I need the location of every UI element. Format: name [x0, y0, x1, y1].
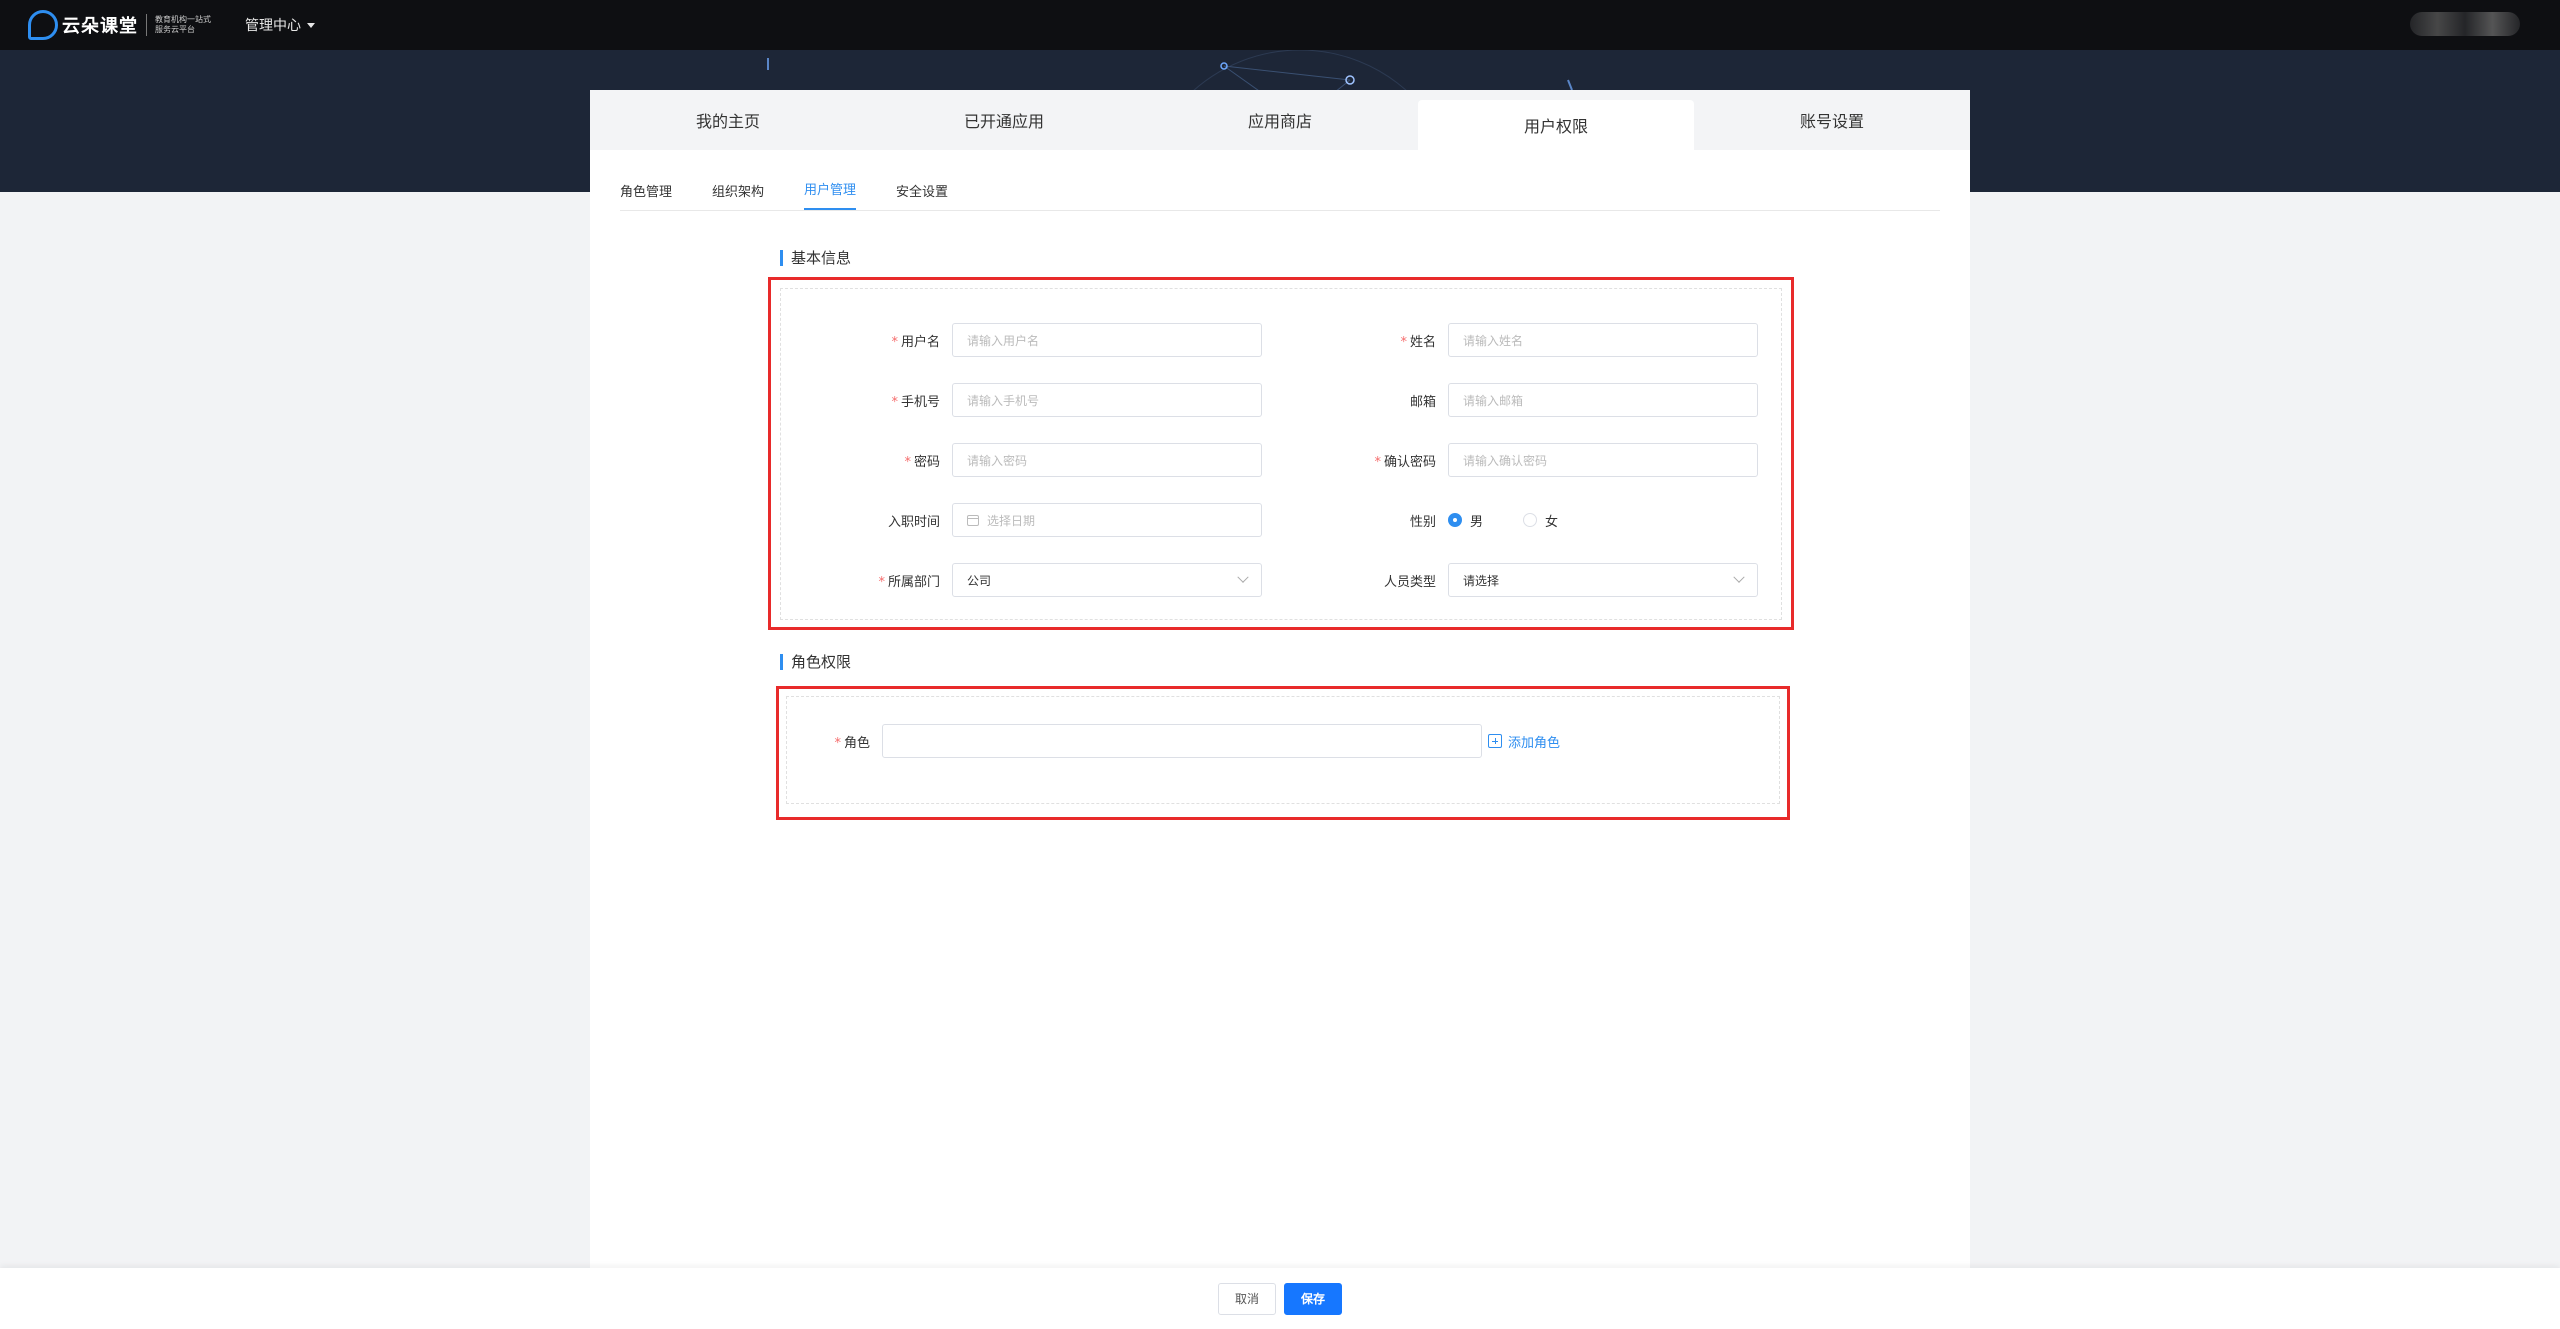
section-title-role-permissions: 角色权限: [780, 654, 851, 670]
chevron-down-icon: [1237, 571, 1249, 583]
subtab-user-management[interactable]: 用户管理: [804, 179, 857, 210]
role-row: * 角色 添加角色: [790, 724, 1560, 758]
gender-row: 性别 男 女: [1296, 503, 1598, 537]
gender-radio-group: 男 女: [1448, 511, 1598, 530]
hire-date-placeholder: 选择日期: [987, 513, 1036, 528]
chevron-down-icon: [1733, 571, 1745, 583]
phone-label: * 手机号: [891, 394, 940, 410]
confirm-password-row: * 确认密码 请输入确认密码: [1296, 443, 1758, 477]
logo-slogan: 教育机构一站式服务云平台: [155, 15, 211, 34]
phone-row: * 手机号 请输入手机号: [800, 383, 1262, 417]
top-bar: 云朵课堂 教育机构一站式服务云平台 管理中心: [0, 0, 2560, 50]
email-input[interactable]: 请输入邮箱: [1448, 383, 1758, 417]
staff-type-row: 人员类型 请选择: [1296, 563, 1758, 597]
caret-down-icon: [307, 22, 315, 28]
hire-date-label: 入职时间: [887, 514, 940, 530]
add-role-label: 添加角色: [1508, 735, 1561, 751]
tab-app-store[interactable]: 应用商店: [1142, 90, 1418, 150]
tab-account-settings[interactable]: 账号设置: [1694, 90, 1970, 150]
subtab-security-settings[interactable]: 安全设置: [896, 181, 948, 210]
username-input[interactable]: 请输入用户名: [952, 323, 1262, 357]
department-label: * 所属部门: [878, 574, 940, 590]
subtab-role-management[interactable]: 角色管理: [620, 181, 672, 210]
hire-date-picker[interactable]: 选择日期: [952, 503, 1262, 537]
name-row: * 姓名 请输入姓名: [1296, 323, 1758, 357]
department-value: 公司: [967, 573, 992, 588]
gender-female-label[interactable]: 女: [1545, 511, 1558, 530]
cloud-logo-icon: [28, 10, 58, 40]
calendar-icon: [967, 514, 979, 526]
main-card: 我的主页 已开通应用 应用商店 用户权限 账号设置 角色管理 组织架构 用户管理…: [590, 90, 1970, 1270]
management-center-label: 管理中心: [245, 18, 301, 34]
password-row: * 密码 请输入密码: [800, 443, 1262, 477]
logo-name: 云朵课堂: [62, 16, 138, 37]
staff-type-placeholder: 请选择: [1463, 573, 1500, 588]
phone-input[interactable]: 请输入手机号: [952, 383, 1262, 417]
department-select[interactable]: 公司: [952, 563, 1262, 597]
logo-divider: [146, 14, 147, 36]
logo[interactable]: 云朵课堂 教育机构一站式服务云平台: [28, 10, 215, 40]
department-row: * 所属部门 公司: [800, 563, 1262, 597]
gender-female-radio[interactable]: [1523, 513, 1538, 527]
main-tabs: 我的主页 已开通应用 应用商店 用户权限 账号设置: [590, 90, 1970, 150]
section-title-basic-info: 基本信息: [780, 250, 851, 266]
add-role-button[interactable]: 添加角色: [1488, 732, 1560, 751]
tab-my-home[interactable]: 我的主页: [590, 90, 866, 150]
password-label: * 密码: [904, 454, 940, 470]
confirm-password-label: * 确认密码: [1374, 454, 1436, 470]
gender-male-radio[interactable]: [1448, 513, 1462, 527]
role-input[interactable]: [882, 724, 1482, 758]
save-button[interactable]: 保存: [1284, 1282, 1343, 1315]
name-input[interactable]: 请输入姓名: [1448, 323, 1758, 357]
plus-square-icon: [1488, 734, 1502, 748]
username-label: * 用户名: [891, 334, 940, 350]
tab-user-permissions[interactable]: 用户权限: [1418, 100, 1694, 150]
confirm-password-input[interactable]: 请输入确认密码: [1448, 443, 1758, 477]
tab-opened-apps[interactable]: 已开通应用: [866, 90, 1142, 150]
hire-date-row: 入职时间 选择日期: [800, 503, 1262, 537]
user-avatar[interactable]: [2410, 12, 2520, 36]
name-label: * 姓名: [1400, 334, 1436, 350]
cancel-button[interactable]: 取消: [1217, 1282, 1276, 1315]
footer-bar: 取消 保存: [0, 1268, 2560, 1329]
subtab-org-structure[interactable]: 组织架构: [712, 181, 764, 210]
sub-tabs: 角色管理 组织架构 用户管理 安全设置: [620, 150, 1940, 211]
username-row: * 用户名 请输入用户名: [800, 323, 1262, 357]
gender-label: 性别: [1409, 514, 1436, 530]
role-label: * 角色: [834, 735, 870, 751]
gender-male-label[interactable]: 男: [1470, 511, 1483, 530]
staff-type-select[interactable]: 请选择: [1448, 563, 1758, 597]
email-row: 邮箱 请输入邮箱: [1296, 383, 1758, 417]
management-center-menu[interactable]: 管理中心: [245, 15, 315, 35]
email-label: 邮箱: [1409, 394, 1436, 410]
password-input[interactable]: 请输入密码: [952, 443, 1262, 477]
staff-type-label: 人员类型: [1383, 574, 1436, 590]
